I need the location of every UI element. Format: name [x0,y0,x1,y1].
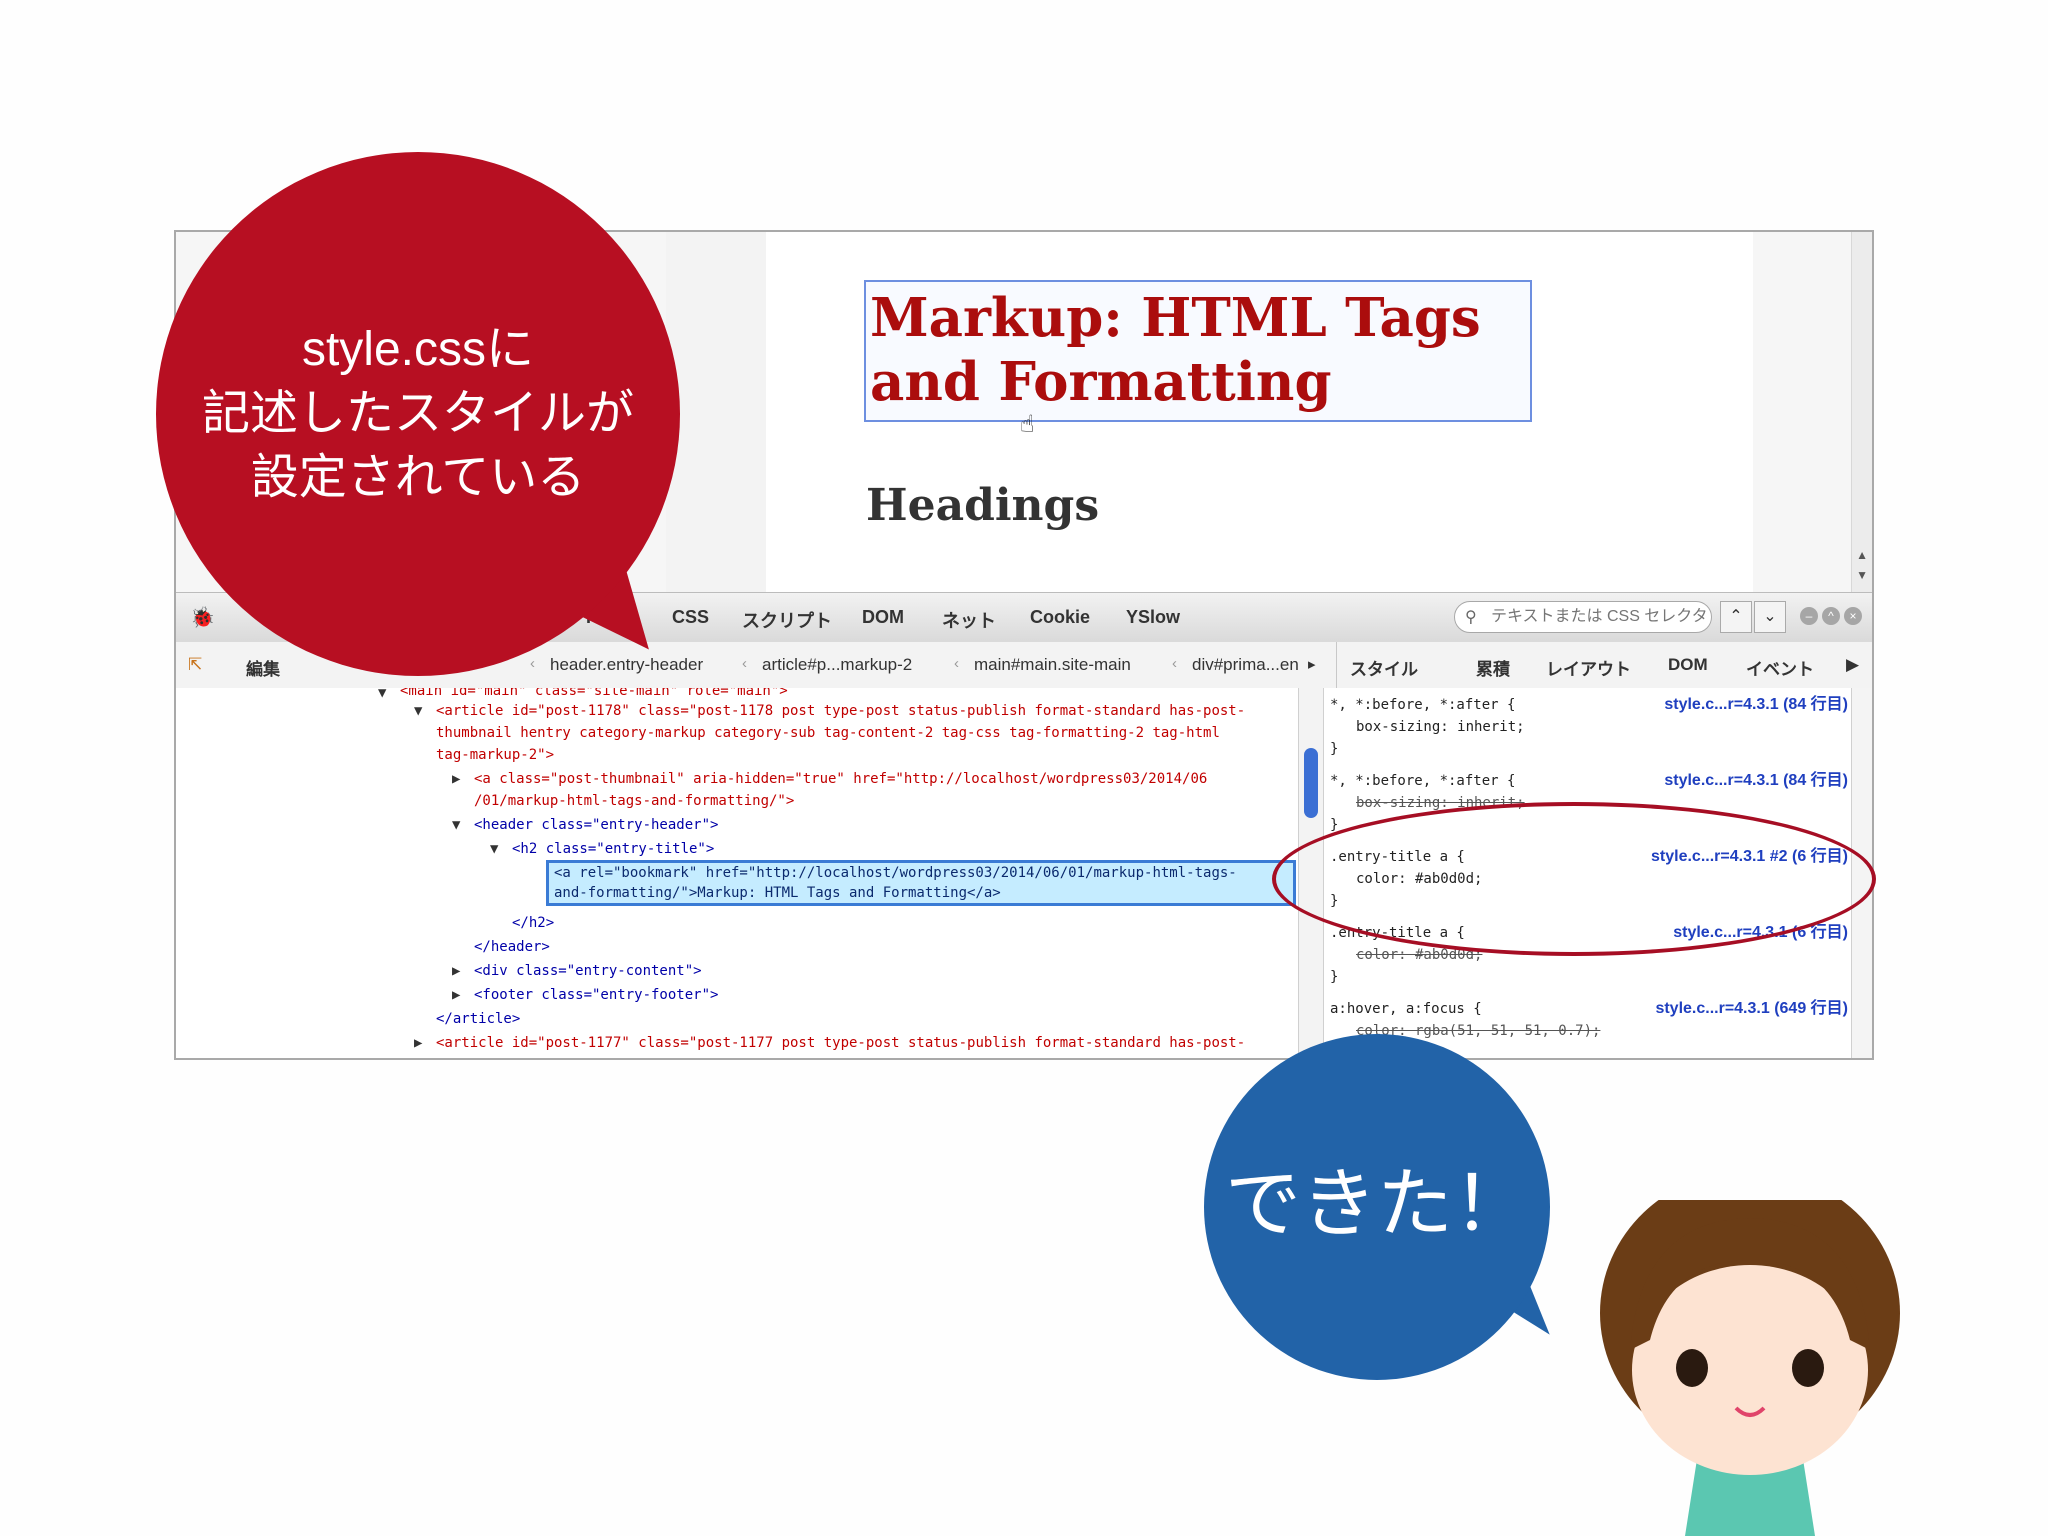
tree-line-thumbnail[interactable]: <a class="post-thumbnail" aria-hidden="t… [474,768,1207,790]
headings-heading: Headings [866,480,1100,531]
breadcrumb-item[interactable]: main#main.site-main [974,655,1131,675]
search-box[interactable]: ⚲ [1454,601,1712,633]
entry-title-highlight[interactable]: Markup: HTML Tags and Formatting [864,280,1532,422]
tree-line-anchor[interactable]: and-formatting/">Markup: HTML Tags and F… [554,882,1001,904]
css-source-link[interactable]: style.c...r=4.3.1 (84 行目) [1664,694,1848,716]
page-scrollbar[interactable]: ▲ ▼ [1851,232,1872,592]
css-brace: } [1330,741,1339,757]
breadcrumb-separator-icon: ‹ [530,655,535,672]
twisty-icon[interactable]: ▶ [452,960,460,982]
html-tree-pane: <main id="main" class="site-main" role="… [176,688,1298,1058]
tree-line-header-close[interactable]: </header> [474,936,550,958]
search-prev-button[interactable]: ⌃ [1720,601,1752,633]
tree-line-content[interactable]: <div class="entry-content"> [474,960,702,982]
breadcrumb-item[interactable]: div#prima...en [1192,655,1299,675]
tree-line-header[interactable]: <header class="entry-header"> [474,814,718,836]
red-callout-line: style.cssに [301,323,535,376]
scroll-up-icon[interactable]: ▲ [1856,548,1868,562]
side-tab-events[interactable]: イベント [1746,655,1814,680]
twisty-icon[interactable]: ▶ [452,768,460,790]
blue-callout-text: できた！ [1225,1162,1529,1247]
tab-dom[interactable]: DOM [862,607,904,628]
divider [1336,642,1337,688]
breadcrumb-more-icon[interactable]: ▸ [1308,655,1316,673]
css-source-link[interactable]: style.c...r=4.3.1 (84 行目) [1664,770,1848,792]
twisty-icon[interactable]: ▼ [414,700,422,722]
twisty-icon[interactable]: ▼ [490,838,498,860]
css-source-link[interactable]: style.c...r=4.3.1 (649 行目) [1655,998,1848,1020]
inspect-icon[interactable]: ⇱ [188,655,202,675]
tab-yslow[interactable]: YSlow [1126,607,1180,628]
breadcrumb-separator-icon: ‹ [742,655,747,672]
side-tabs-more-icon[interactable]: ▶ [1846,655,1859,675]
css-selector[interactable]: a:hover, a:focus { [1330,998,1482,1020]
search-icon: ⚲ [1465,609,1477,626]
css-selector[interactable]: *, *:before, *:after { [1330,694,1515,716]
search-next-button[interactable]: ⌄ [1754,601,1786,633]
red-callout-text: style.cssに 記述したスタイルが 設定されている [156,318,680,510]
tree-line-article[interactable]: <article id="post-1177" class="post-1177… [436,1032,1245,1054]
search-input[interactable] [1489,607,1709,627]
red-callout-line: 設定されている [250,451,586,504]
tree-line-article[interactable]: tag-markup-2"> [436,744,554,766]
hand-cursor-icon: ☝ [1020,411,1035,438]
red-callout-line: 記述したスタイルが [201,387,634,440]
tree-line-thumbnail[interactable]: /01/markup-html-tags-and-formatting/"> [474,790,794,812]
breadcrumb-separator-icon: ‹ [954,655,959,672]
scroll-thumb[interactable] [1304,748,1318,818]
close-icon[interactable]: × [1844,607,1862,625]
edit-button[interactable]: 編集 [246,655,280,680]
detach-icon[interactable]: ^ [1822,607,1840,625]
tab-net[interactable]: ネット [942,607,996,633]
firebug-icon[interactable]: 🐞 [190,605,215,630]
twisty-icon[interactable]: ▼ [452,814,460,836]
highlight-ellipse [1272,802,1876,956]
css-brace: } [1330,969,1339,985]
twisty-icon[interactable]: ▼ [378,688,386,704]
side-tab-computed[interactable]: 累積 [1476,655,1510,680]
tree-line-article-close[interactable]: </article> [436,1008,520,1030]
tree-line-footer[interactable]: <footer class="entry-footer"> [474,984,718,1006]
page-gutter [666,232,766,592]
tree-line-anchor[interactable]: <a rel="bookmark" href="http://localhost… [554,862,1237,884]
tree-line-article[interactable]: <article id="post-1178" class="post-1178… [436,700,1245,722]
breadcrumb-separator-icon: ‹ [1172,655,1177,672]
minimize-icon[interactable]: – [1800,607,1818,625]
girl-character-icon [1600,1200,1900,1536]
tree-line-h2[interactable]: <h2 class="entry-title"> [512,838,714,860]
side-tab-layout[interactable]: レイアウト [1546,655,1631,680]
css-selector[interactable]: *, *:before, *:after { [1330,770,1515,792]
side-tab-dom[interactable]: DOM [1668,655,1708,675]
breadcrumb-item[interactable]: article#p...markup-2 [762,655,912,675]
tree-line-article[interactable]: thumbnail hentry category-markup categor… [436,722,1220,744]
scroll-down-icon[interactable]: ▼ [1856,568,1868,582]
side-tab-style[interactable]: スタイル [1350,655,1418,680]
tab-script[interactable]: スクリプト [742,607,832,633]
twisty-icon[interactable]: ▶ [414,1032,422,1054]
css-property[interactable]: box-sizing: inherit; [1356,716,1525,738]
entry-title-link[interactable]: Markup: HTML Tags and Formatting [870,286,1526,414]
tab-cookie[interactable]: Cookie [1030,607,1090,628]
tree-line-h2-close[interactable]: </h2> [512,912,554,934]
twisty-icon[interactable]: ▶ [452,984,460,1006]
